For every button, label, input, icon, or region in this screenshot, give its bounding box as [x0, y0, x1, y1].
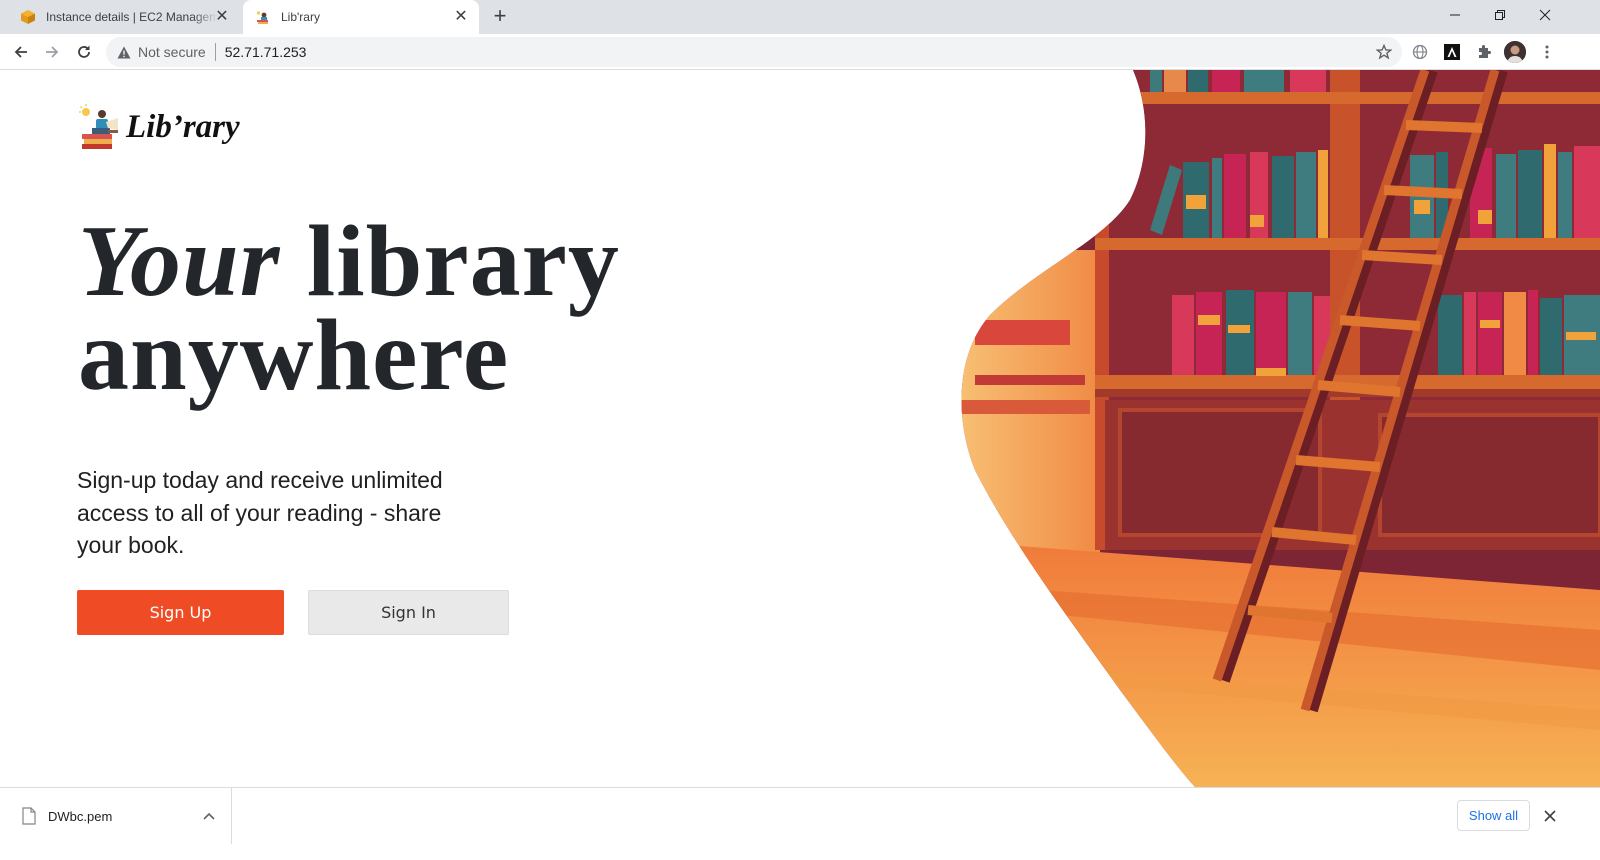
restore-icon[interactable]	[1478, 0, 1522, 30]
tab-library[interactable]: Lib'rary ✕	[243, 0, 479, 34]
tab-strip: Instance details | EC2 Management Consol…	[0, 0, 1600, 34]
close-shelf-icon[interactable]	[1540, 806, 1560, 826]
url-text[interactable]: 52.71.71.253	[225, 44, 307, 60]
library-logo-icon	[256, 11, 268, 24]
sign-in-button[interactable]: Sign In	[308, 590, 509, 635]
omnibox-divider	[214, 43, 216, 61]
brand-logo[interactable]: Lib’rary	[78, 103, 240, 151]
library-bookshelf-illustration	[961, 70, 1600, 787]
warning-triangle-icon[interactable]	[116, 44, 132, 60]
reader-on-books-icon	[79, 104, 118, 149]
globe-extension-icon[interactable]	[1409, 41, 1431, 63]
aws-cube-icon	[21, 10, 35, 24]
tab-title: Instance details | EC2 Management Consol…	[46, 10, 218, 24]
new-tab-icon[interactable]: +	[488, 5, 512, 29]
chevron-up-icon[interactable]	[201, 808, 217, 824]
academia-extension-icon[interactable]	[1441, 41, 1463, 63]
back-arrow-icon[interactable]	[7, 38, 35, 66]
profile-avatar[interactable]	[1504, 41, 1526, 63]
show-all-button[interactable]: Show all	[1457, 800, 1530, 831]
tab-title: Lib'rary	[281, 10, 320, 24]
address-bar[interactable]: Not secure 52.71.71.253	[106, 37, 1402, 67]
extensions-puzzle-icon[interactable]	[1473, 41, 1495, 63]
download-file-name: DWbc.pem	[48, 808, 113, 824]
download-item[interactable]: DWbc.pem	[0, 788, 232, 844]
close-tab-icon[interactable]: ✕	[214, 9, 230, 25]
headline-line-2: anywhere	[78, 299, 510, 412]
close-window-icon[interactable]	[1523, 0, 1567, 30]
browser-toolbar: Not secure 52.71.71.253	[0, 34, 1600, 70]
sign-up-button[interactable]: Sign Up	[77, 590, 284, 635]
brand-name: Lib’rary	[126, 108, 240, 145]
security-status-label[interactable]: Not secure	[138, 44, 206, 60]
bookmark-star-icon[interactable]	[1374, 42, 1394, 62]
hero-headline: Your library anywhere	[78, 211, 620, 407]
hero-tagline: Sign-up today and receive unlimited acce…	[77, 467, 443, 558]
download-shelf: DWbc.pem Show all	[0, 787, 1600, 860]
web-page: Lib’rary Your library anywhere Sign-up t…	[0, 70, 1600, 787]
browser-menu-icon[interactable]	[1536, 41, 1558, 63]
close-tab-icon[interactable]: ✕	[453, 9, 469, 25]
minimize-icon[interactable]	[1433, 0, 1477, 30]
reload-icon[interactable]	[70, 38, 98, 66]
file-icon	[22, 807, 36, 825]
tab-ec2-console[interactable]: Instance details | EC2 Management Consol…	[8, 0, 240, 34]
forward-arrow-icon[interactable]	[38, 38, 66, 66]
